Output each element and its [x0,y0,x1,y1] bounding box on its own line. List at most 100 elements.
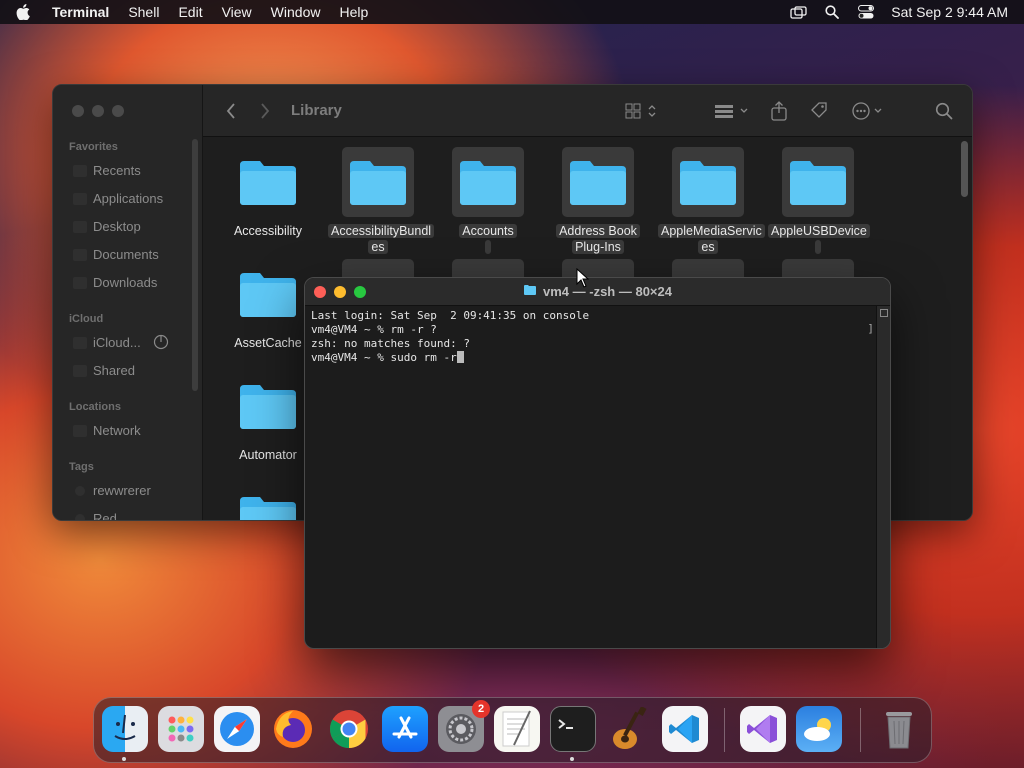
sidebar-item-downloads[interactable]: Downloads [93,275,157,290]
sidebar-header-icloud: iCloud [69,313,104,325]
folder-label: AssetCache [234,336,302,350]
folder-label-line2: Plug-Ins [572,240,624,254]
folder-label: Automator [239,448,297,462]
folder-icon [232,371,304,441]
terminal-line: Last login: Sat Sep 2 09:41:35 on consol… [311,309,590,322]
terminal-window-title: vm4 — -zsh — 80×24 [543,284,672,299]
finder-sidebar: Favorites Recents Applications Desktop D… [53,85,203,520]
forward-arrow-icon[interactable] [259,102,275,120]
terminal-output[interactable]: Last login: Sat Sep 2 09:41:35 on consol… [311,309,874,646]
share-icon[interactable] [770,99,788,123]
group-by-icon[interactable] [713,99,751,123]
terminal-titlebar[interactable]: vm4 — -zsh — 80×24 [305,278,890,306]
dock-visual-studio-icon[interactable] [740,706,786,752]
menu-bar-clock[interactable]: Sat Sep 2 9:44 AM [891,4,1008,20]
tag-icon[interactable] [809,99,829,123]
search-icon[interactable] [935,99,953,123]
sidebar-scrollbar[interactable] [192,139,198,391]
sidebar-item-network[interactable]: Network [93,423,141,438]
folder-label-line2: es [698,240,718,254]
terminal-window: vm4 — -zsh — 80×24 Last login: Sat Sep 2… [304,277,891,649]
menu-app-name[interactable]: Terminal [52,4,109,20]
menu-shell[interactable]: Shell [128,4,159,20]
folder-item[interactable]: AppleMediaServic es [658,147,765,255]
sidebar-item-tag-rewwrerer[interactable]: rewwrerer [93,483,151,498]
sidebar-item-icloud-drive[interactable]: iCloud... [93,335,141,350]
home-folder-icon [523,284,537,299]
zoom-button[interactable] [112,105,124,117]
zoom-button[interactable] [354,286,366,298]
folder-label: Accessibility [233,224,303,238]
control-center-icon[interactable] [857,5,875,19]
dock-terminal-icon[interactable] [550,706,596,752]
menu-edit[interactable]: Edit [178,4,202,20]
dock-system-settings-icon[interactable]: 2 [438,700,490,752]
folder-item[interactable]: Automator [218,371,318,463]
sidebar-item-tag-red[interactable]: Red [93,511,117,520]
dock-launchpad-icon[interactable] [158,706,204,752]
split-pane-icon[interactable] [880,309,888,317]
minimize-button[interactable] [334,286,346,298]
sidebar-header-favorites: Favorites [69,141,118,153]
dock-safari-icon[interactable] [214,706,260,752]
downloads-icon [73,277,87,289]
folder-item[interactable]: Accounts [438,147,538,255]
folder-label: Accounts [459,224,517,238]
screen-mirroring-icon[interactable] [789,5,807,19]
sidebar-item-recents[interactable]: Recents [93,163,141,178]
view-mode-icon[interactable] [625,99,659,123]
sidebar-item-applications[interactable]: Applications [93,191,163,206]
folder-label-line2 [485,240,491,254]
terminal-scrollbar[interactable] [876,306,890,648]
sidebar-item-documents[interactable]: Documents [93,247,159,262]
menu-window[interactable]: Window [271,4,321,20]
dock: 2 [93,697,932,763]
menu-view[interactable]: View [222,4,252,20]
line-marker: ] [867,322,874,335]
spotlight-search-icon[interactable] [823,5,841,19]
close-button[interactable] [314,286,326,298]
finder-window-title: Library [291,102,342,119]
folder-label: Address Book [556,224,640,238]
folder-item[interactable]: Accessibility [218,147,318,239]
running-indicator [122,757,126,761]
close-button[interactable] [72,105,84,117]
folder-item[interactable]: AppleUSBDevice [768,147,870,255]
apple-menu-icon[interactable] [16,3,32,21]
applications-icon [73,193,87,205]
sidebar-header-tags: Tags [69,461,94,473]
minimize-button[interactable] [92,105,104,117]
dock-trash-icon[interactable] [876,706,922,752]
cloud-icon [73,337,87,349]
dock-textedit-icon[interactable] [494,706,540,752]
document-icon [73,249,87,261]
folder-icon [452,147,524,217]
dock-vscode-icon[interactable] [662,706,708,752]
dock-separator [860,708,861,752]
back-arrow-icon[interactable] [225,102,241,120]
folder-item[interactable] [218,483,318,520]
sidebar-item-shared[interactable]: Shared [93,363,135,378]
dock-separator [724,708,725,752]
tag-dot-icon [75,514,85,520]
dock-chrome-icon[interactable] [326,706,372,752]
sync-progress-icon [153,334,169,353]
clock-icon [73,165,87,177]
dock-weather-icon[interactable] [796,706,842,752]
menu-help[interactable]: Help [339,4,368,20]
running-indicator [570,757,574,761]
mouse-pointer-icon [576,267,590,293]
sidebar-item-desktop[interactable]: Desktop [93,219,141,234]
dock-firefox-icon[interactable] [270,706,316,752]
terminal-line: vm4@VM4 ~ % rm -r ? [311,323,437,336]
content-scrollbar[interactable] [961,141,968,197]
window-controls [72,105,124,117]
folder-item[interactable]: AccessibilityBundl es [328,147,435,255]
dock-app-store-icon[interactable] [382,706,428,752]
dock-garageband-icon[interactable] [606,706,652,752]
folder-item[interactable]: Address Book Plug-Ins [548,147,648,255]
folder-item[interactable]: AssetCache [218,259,318,351]
dock-finder-icon[interactable] [102,706,148,752]
folder-icon [232,147,304,217]
more-actions-icon[interactable] [851,99,887,123]
